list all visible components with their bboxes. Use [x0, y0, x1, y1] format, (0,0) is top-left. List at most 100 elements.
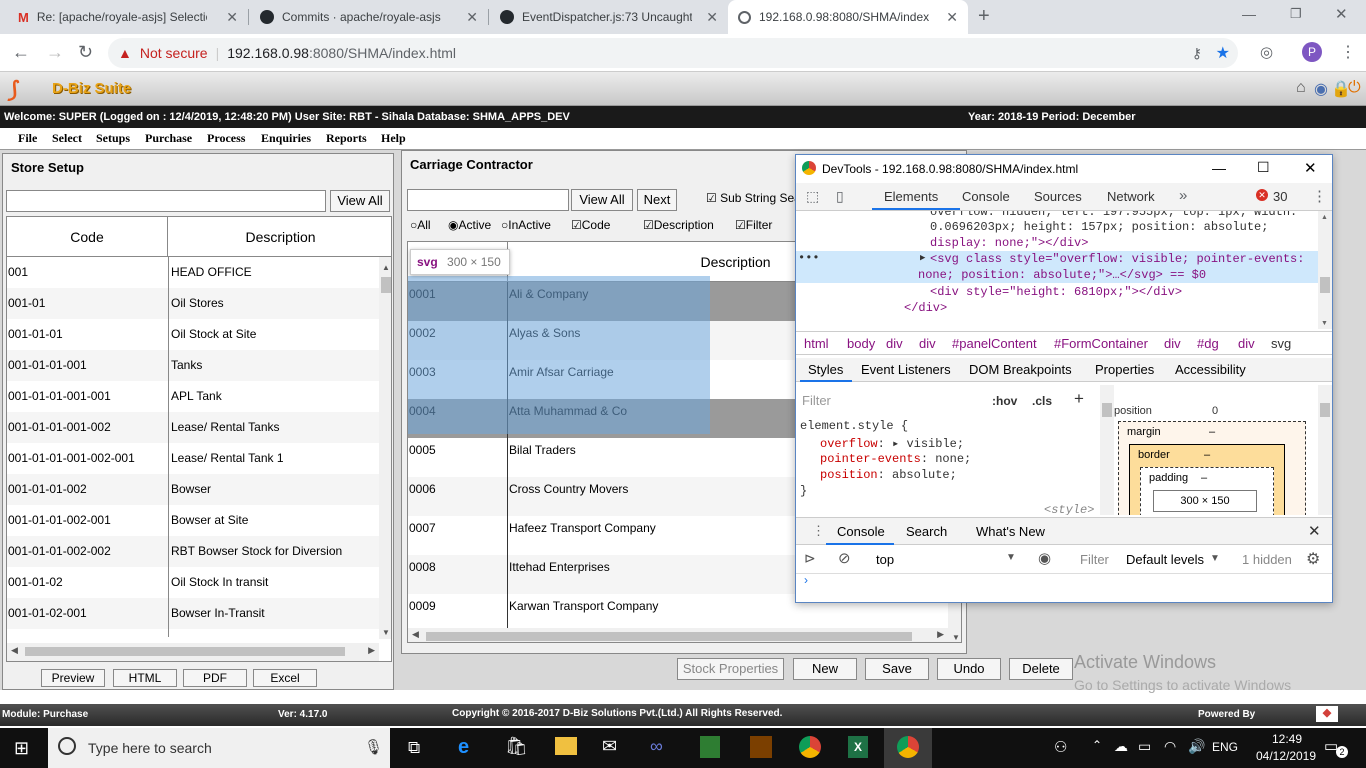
radio-all[interactable]: ○All	[410, 218, 431, 232]
drawer-tab-search[interactable]: Search	[906, 524, 947, 539]
substring-checkbox[interactable]: ☑ Sub String Sea	[706, 191, 801, 205]
url-bar[interactable]: ▲ Not secure | 192.168.0.98 :8080/SHMA/i…	[108, 38, 1238, 68]
onedrive-icon[interactable]: ☁	[1114, 738, 1128, 755]
undo-button[interactable]: Undo	[937, 658, 1001, 680]
globe-tool-icon[interactable]: ◉	[1314, 79, 1328, 99]
menu-select[interactable]: Select	[52, 131, 82, 146]
key-icon[interactable]: ⚷	[1192, 45, 1202, 62]
style-prop-overflow[interactable]: overflow: ▸ visible;	[820, 436, 964, 451]
drawer-menu-icon[interactable]: ⋮	[812, 523, 825, 539]
menu-setups[interactable]: Setups	[96, 131, 130, 146]
breadcrumb-item[interactable]: body	[847, 336, 875, 351]
style-prop-position[interactable]: position: absolute;	[820, 468, 957, 482]
table-row[interactable]: 001-01-01-002 Bowser	[7, 474, 379, 505]
menu-file[interactable]: File	[18, 131, 37, 146]
visual-studio-icon[interactable]: ∞	[650, 736, 663, 757]
eye-icon[interactable]: ◉	[1038, 549, 1051, 567]
maximize-icon[interactable]: ☐	[1257, 159, 1270, 176]
menu-process[interactable]: Process	[207, 131, 245, 146]
code-line-selected[interactable]: none; position: absolute;">…</svg> == $0	[918, 268, 1206, 282]
col-description-header[interactable]: Description	[168, 217, 391, 257]
close-tab-icon[interactable]: ✕	[946, 9, 958, 26]
table-row[interactable]: 001-01-01-001-001 APL Tank	[7, 381, 379, 412]
show-sidebar-icon[interactable]: ⊳	[804, 550, 816, 567]
subtab-event-listeners[interactable]: Event Listeners	[861, 362, 951, 377]
table-row[interactable]: 001-01-02 Oil Stock In transit	[7, 567, 379, 598]
table-row[interactable]: 001-01-01-002-001 Bowser at Site	[7, 505, 379, 536]
tab-github-commits[interactable]: Commits · apache/royale-asjs ✕	[250, 0, 488, 34]
file-explorer-icon[interactable]	[555, 737, 577, 755]
tab-shma-active[interactable]: 192.168.0.98:8080/SHMA/index.h ✕	[728, 0, 968, 34]
checkbox-filter[interactable]: ☑Filter	[735, 218, 772, 232]
volume-icon[interactable]: 🔊	[1188, 738, 1205, 755]
menu-reports[interactable]: Reports	[326, 131, 367, 146]
subtab-properties[interactable]: Properties	[1095, 362, 1154, 377]
close-tab-icon[interactable]: ✕	[706, 9, 718, 26]
star-icon[interactable]: ★	[1216, 43, 1230, 63]
language-indicator[interactable]: ENG	[1212, 740, 1238, 754]
close-window-icon[interactable]: ✕	[1335, 5, 1348, 23]
settings-kebab-icon[interactable]: ⋮	[1312, 187, 1327, 205]
breadcrumb-item[interactable]: #panelContent	[952, 336, 1037, 351]
close-tab-icon[interactable]: ✕	[226, 9, 238, 26]
menu-purchase[interactable]: Purchase	[145, 131, 192, 146]
breadcrumb-item[interactable]: svg	[1271, 336, 1291, 351]
chrome-taskbar-icon[interactable]	[799, 736, 821, 758]
checkbox-description[interactable]: ☑Description	[643, 218, 714, 232]
tab-elements[interactable]: Elements	[884, 189, 938, 204]
box-scrollbar[interactable]	[1318, 385, 1332, 515]
hov-toggle[interactable]: :hov	[992, 394, 1017, 408]
save-button[interactable]: Save	[865, 658, 929, 680]
table-row[interactable]: 001-01-01-002-002 RBT Bowser Stock for Di…	[7, 536, 379, 567]
clock-date[interactable]: 04/12/2019	[1250, 749, 1322, 763]
close-icon[interactable]: ✕	[1304, 159, 1317, 177]
minimize-icon[interactable]: —	[1212, 160, 1226, 176]
table-row[interactable]: 001-01-02-001 Bowser In-Transit	[7, 598, 379, 629]
table-row[interactable]: 001-01-01 Oil Stock at Site	[7, 319, 379, 350]
next-button[interactable]: Next	[637, 189, 677, 211]
home-icon[interactable]: ⌂	[1296, 79, 1306, 97]
table-row[interactable]: 001-01-01-001 Tanks	[7, 350, 379, 381]
wifi-icon[interactable]: ◠	[1164, 738, 1176, 755]
console-settings-gear-icon[interactable]: ⚙	[1306, 549, 1320, 569]
extension-icon[interactable]: ◎	[1260, 43, 1273, 61]
context-select[interactable]: top	[876, 552, 894, 567]
console-input[interactable]: ›	[796, 573, 1318, 602]
styles-filter-input[interactable]: Filter	[802, 391, 982, 411]
table-row[interactable]: 001-01-02-001-001RBT to Bowser In-Transi…	[7, 629, 379, 637]
menu-kebab-icon[interactable]: ⋮	[1340, 42, 1356, 62]
reload-icon[interactable]: ↻	[78, 42, 93, 63]
menu-enquiries[interactable]: Enquiries	[261, 131, 311, 146]
store-view-all-button[interactable]: View All	[330, 190, 390, 212]
taskbar-search-box[interactable]: Type here to search 🎙	[48, 728, 390, 768]
store-icon[interactable]: 🛍	[505, 736, 528, 757]
new-tab-icon[interactable]: +	[978, 5, 990, 28]
carriage-hscrollbar[interactable]: ◀ ▶	[408, 628, 948, 642]
table-row[interactable]: 001 HEAD OFFICE	[7, 257, 379, 288]
table-row[interactable]: 001-01 Oil Stores	[7, 288, 379, 319]
subtab-dom-breakpoints[interactable]: DOM Breakpoints	[969, 362, 1072, 377]
minimize-window-icon[interactable]: —	[1242, 6, 1256, 22]
tab-gmail[interactable]: M Re: [apache/royale-asjs] Selectio ✕	[8, 0, 248, 34]
more-tabs-icon[interactable]: »	[1179, 187, 1187, 204]
breadcrumb-item[interactable]: html	[804, 336, 829, 351]
elements-scrollbar[interactable]: ▲ ▼	[1318, 211, 1332, 329]
error-count[interactable]: 30	[1273, 189, 1287, 204]
clear-console-icon[interactable]: ⊘	[838, 549, 851, 567]
menu-help[interactable]: Help	[381, 131, 406, 146]
clock-time[interactable]: 12:49	[1262, 732, 1312, 746]
new-button[interactable]: New	[793, 658, 857, 680]
breadcrumb-item[interactable]: div	[886, 336, 903, 351]
store-vscrollbar[interactable]: ▲ ▼	[379, 257, 391, 639]
drawer-tab-console[interactable]: Console	[837, 524, 885, 539]
restore-window-icon[interactable]: ❐	[1290, 6, 1302, 22]
styles-scrollbar[interactable]	[1100, 385, 1114, 515]
tray-chevron-icon[interactable]: ⌃	[1092, 738, 1102, 752]
store-search-input[interactable]	[6, 190, 326, 212]
close-drawer-icon[interactable]: ✕	[1308, 522, 1321, 540]
store-hscrollbar[interactable]: ◀ ▶	[7, 643, 379, 661]
power-icon[interactable]: ⏻	[1348, 79, 1361, 97]
tab-sources[interactable]: Sources	[1034, 189, 1082, 204]
log-levels-select[interactable]: Default levels	[1126, 552, 1204, 567]
device-toolbar-icon[interactable]: ▯	[836, 188, 844, 205]
